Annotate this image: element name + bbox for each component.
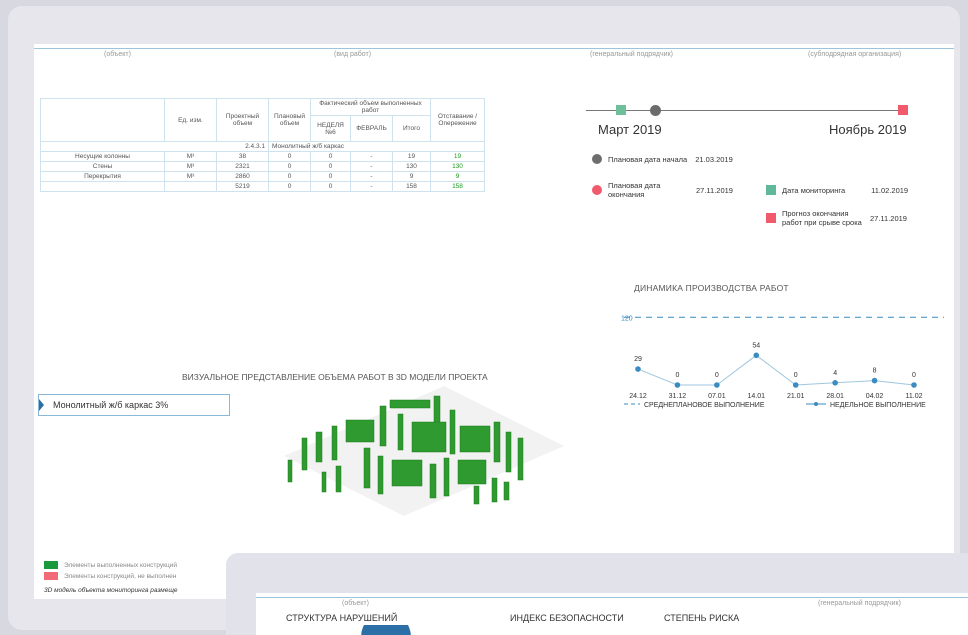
col-lag: Отставание /Опережение (430, 98, 485, 142)
col-project: Проектный объем (216, 98, 269, 142)
data-label: 8 (873, 368, 877, 375)
violations-title: СТРУКТУРА НАРУШЕНИЙ (286, 613, 398, 623)
weekly-point (674, 382, 681, 388)
header-subcontractor: (субподрядная организация) (808, 51, 902, 58)
weekly-point (832, 380, 838, 386)
data-label: 0 (912, 372, 916, 379)
production-dynamics-chart: 120 29 24.12 0 31.12 0 07.01 54 14.01 0 21.01 4 28.0… (621, 315, 944, 409)
red-square-icon (766, 213, 776, 223)
legend-not-done: Элементы конструкций, не выполнен (44, 572, 176, 580)
red-square-icon (44, 572, 58, 580)
col-total: Итого (392, 115, 431, 142)
timeline-start-label: Март 2019 (598, 122, 662, 137)
header-object: (объект) (104, 51, 131, 58)
x-tick-label: 14.01 (748, 393, 766, 400)
timeline-end-label: Ноябрь 2019 (829, 122, 907, 137)
header-row: (объект) (вид работ) (генеральный подряд… (34, 48, 954, 62)
report-sheet: (объект) (вид работ) (генеральный подряд… (34, 44, 954, 599)
legend-average-label: СРЕДНЕПЛАНОВОЕ ВЫПОЛНЕНИЕ (644, 402, 765, 409)
col-unit: Ед. изм. (164, 98, 217, 142)
red-dot-icon (592, 185, 602, 195)
legend-planned-end: Плановая дата окончания 27.11.2019 (592, 181, 762, 199)
visual-title: ВИЗУАЛЬНОЕ ПРЕДСТАВЛЕНИЕ ОБЪЕМА РАБОТ В … (182, 372, 488, 382)
x-tick-label: 21.01 (787, 393, 805, 400)
safety-index-title: ИНДЕКС БЕЗОПАСНОСТИ (510, 613, 624, 623)
weekly-point (635, 366, 641, 372)
timeline-planned-start-dot (650, 105, 661, 116)
weekly-point (753, 352, 760, 359)
green-square-icon (44, 561, 58, 569)
data-label: 0 (715, 372, 719, 379)
x-tick-label: 24.12 (629, 393, 647, 400)
col-week: НЕДЕЛЯ №6 (310, 115, 351, 142)
green-square-icon (766, 185, 776, 195)
risk-level-title: СТЕПЕНЬ РИСКА (664, 613, 740, 623)
pie-fragment (361, 625, 411, 635)
weekly-point (911, 382, 917, 388)
legend-point-swatch (814, 402, 818, 406)
legend-planned-start: Плановая дата начала 21.03.2019 (592, 154, 733, 164)
weekly-point (792, 382, 799, 388)
table-row: Несущие колонны М³ 38 0 0 - 19 19 (40, 151, 485, 162)
col-actual-group: Фактический объем выполненных работ (310, 98, 431, 116)
gray-dot-icon (592, 154, 602, 164)
front-window[interactable]: (объект) (генеральный подрядчик) СТРУКТУ… (226, 553, 968, 635)
data-label: 4 (833, 370, 837, 377)
front-header-row: (объект) (генеральный подрядчик) (256, 597, 968, 609)
x-tick-label: 04.02 (866, 393, 884, 400)
legend-done: Элементы выполненных конструкций (44, 561, 177, 569)
legend-forecast: Прогноз окончания работ при срыве срока … (766, 209, 907, 227)
data-label: 0 (675, 372, 679, 379)
table-row: Стены М³ 2321 0 0 - 130 130 (40, 161, 485, 172)
front-header-object: (объект) (342, 600, 369, 607)
timeline-start-marker (616, 105, 626, 115)
col-month: ФЕВРАЛЬ (350, 115, 393, 142)
timeline-line (586, 110, 904, 111)
table-row: Перекрытия М³ 2860 0 0 - 9 9 (40, 171, 485, 182)
table-section-row: 2.4.3.1 Монолитный ж/б каркас (40, 141, 485, 152)
data-label: 54 (752, 342, 760, 349)
legend-weekly-label: НЕДЕЛЬНОЕ ВЫПОЛНЕНИЕ (830, 402, 926, 409)
x-tick-label: 28.01 (826, 393, 844, 400)
timeline-end-marker (898, 105, 908, 115)
front-sheet: (объект) (генеральный подрядчик) СТРУКТУ… (256, 593, 968, 635)
data-label: 0 (794, 372, 798, 379)
ref-value-label: 120 (621, 315, 633, 322)
chart-title: ДИНАМИКА ПРОИЗВОДСТВА РАБОТ (634, 283, 789, 293)
header-work-type: (вид работ) (334, 51, 372, 58)
3d-model-view (284, 386, 564, 516)
front-header-general-contractor: (генеральный подрядчик) (818, 600, 901, 607)
work-volume-table: Ед. изм. Проектный объем Плановый объем … (40, 98, 485, 192)
x-tick-label: 07.01 (708, 393, 726, 400)
weekly-point (871, 377, 878, 384)
weekly-point (714, 382, 720, 388)
col-plan: Плановый объем (268, 98, 311, 142)
footer-note: 3D модель объекта мониторинга размеще (44, 587, 178, 594)
table-totals-row: 5219 0 0 - 158 158 (40, 181, 485, 192)
x-tick-label: 11.02 (906, 393, 923, 400)
legend-monitoring: Дата мониторинга 11.02.2019 (766, 185, 908, 195)
data-label: 29 (634, 356, 642, 363)
header-general-contractor: (генеральный подрядчик) (590, 51, 673, 58)
x-tick-label: 31.12 (669, 393, 687, 400)
work-type-selector[interactable]: Монолитный ж/б каркас 3% (38, 394, 230, 416)
